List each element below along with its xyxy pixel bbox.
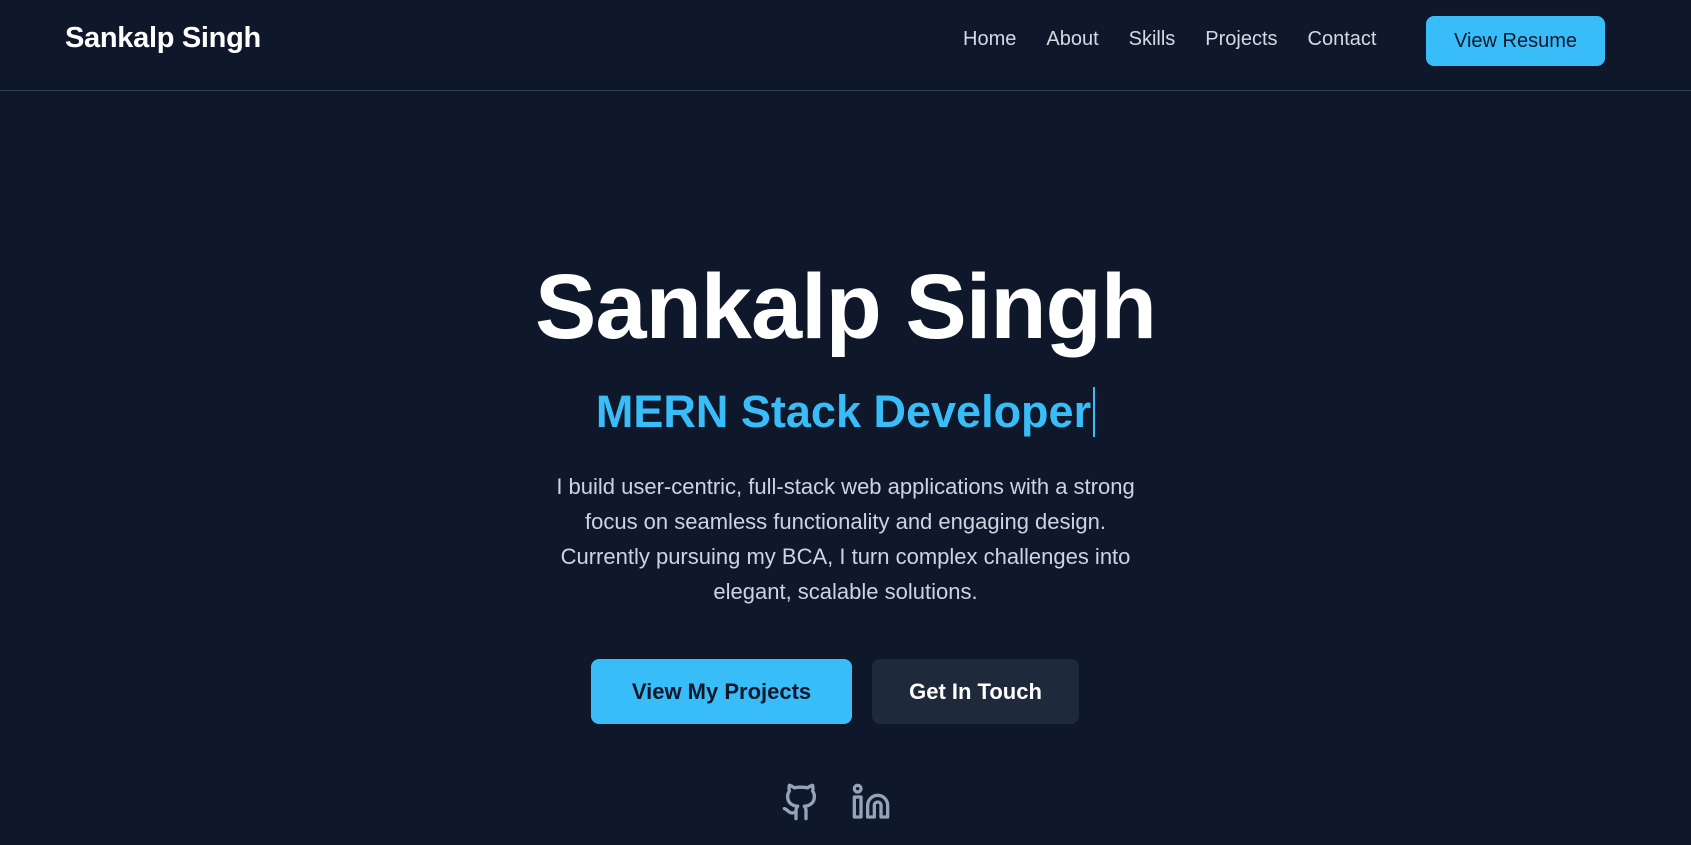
social-links bbox=[780, 781, 892, 823]
nav-link-skills[interactable]: Skills bbox=[1129, 28, 1176, 51]
nav-link-projects[interactable]: Projects bbox=[1205, 28, 1277, 51]
nav-links: Home About Skills Projects Contact bbox=[963, 28, 1376, 51]
hero-section: Sankalp Singh MERN Stack Developer I bui… bbox=[0, 91, 1691, 845]
cta-buttons: View My Projects Get In Touch bbox=[591, 659, 1079, 724]
github-link[interactable] bbox=[780, 781, 822, 823]
github-icon bbox=[782, 783, 817, 821]
brand-logo[interactable]: Sankalp Singh bbox=[65, 22, 261, 55]
hero-role-container: MERN Stack Developer bbox=[0, 387, 1691, 437]
hero-role: MERN Stack Developer bbox=[596, 387, 1096, 437]
get-in-touch-button[interactable]: Get In Touch bbox=[872, 659, 1079, 724]
view-projects-button[interactable]: View My Projects bbox=[591, 659, 852, 724]
linkedin-link[interactable] bbox=[850, 781, 892, 823]
hero-name: Sankalp Singh bbox=[535, 256, 1157, 358]
linkedin-icon bbox=[852, 783, 890, 819]
nav-link-contact[interactable]: Contact bbox=[1308, 28, 1377, 51]
nav-link-about[interactable]: About bbox=[1046, 28, 1098, 51]
navbar: Sankalp Singh Home About Skills Projects… bbox=[0, 0, 1691, 91]
hero-description: I build user-centric, full-stack web app… bbox=[556, 474, 1135, 604]
view-resume-button[interactable]: View Resume bbox=[1426, 16, 1605, 66]
nav-link-home[interactable]: Home bbox=[963, 28, 1016, 51]
